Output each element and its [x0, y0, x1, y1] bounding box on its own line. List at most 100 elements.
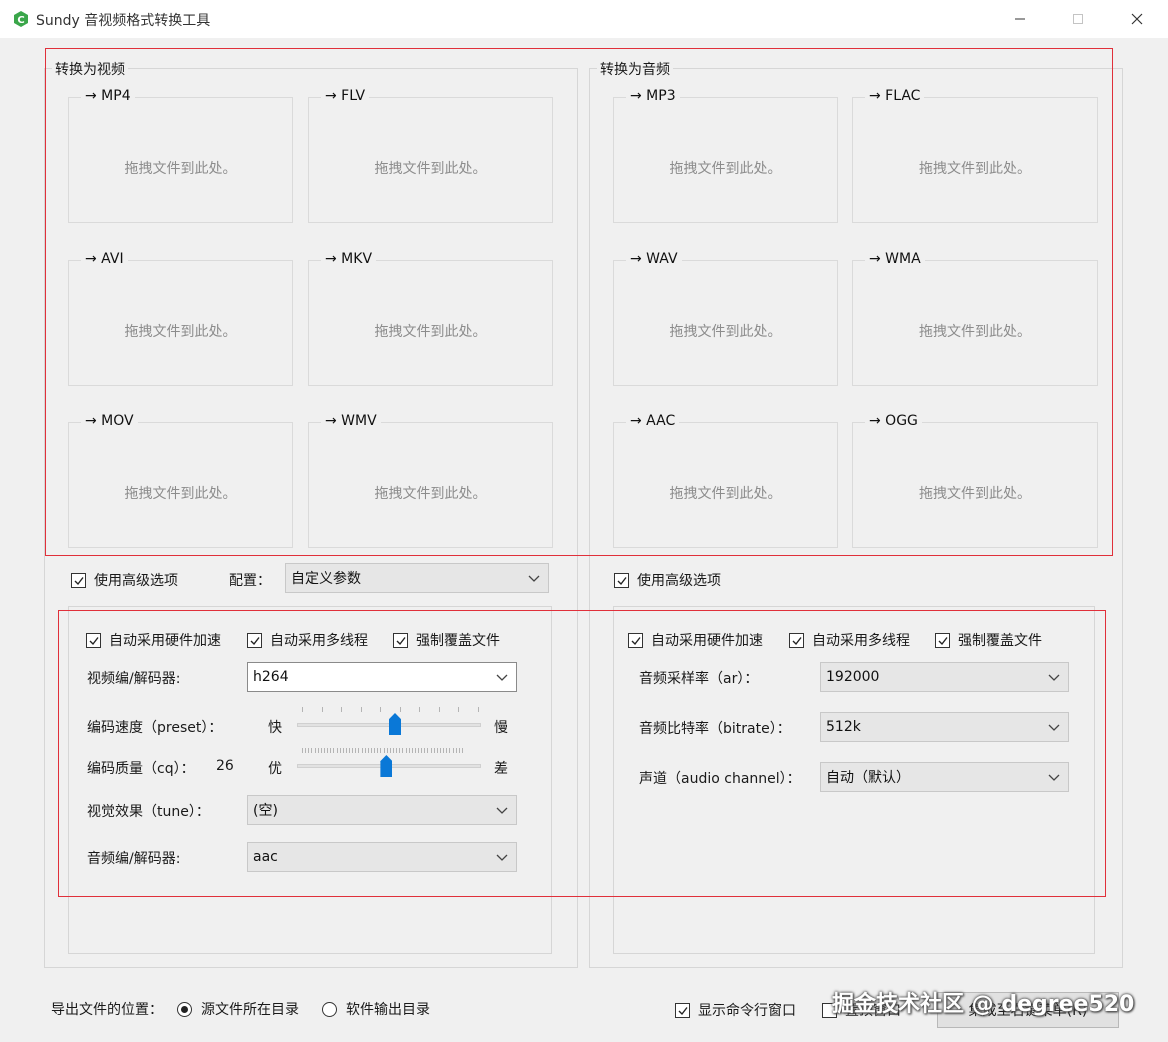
sample-rate-select[interactable]: 192000: [820, 662, 1069, 692]
video-codec-value: h264: [253, 669, 289, 685]
chevron-down-icon: [1048, 674, 1060, 681]
cq-value: 26: [216, 758, 234, 774]
drop-target-ogg[interactable]: → OGG 拖拽文件到此处。: [852, 413, 1098, 548]
drop-target-wma[interactable]: → WMA 拖拽文件到此处。: [852, 251, 1098, 386]
checkbox-label: 使用高级选项: [94, 573, 178, 589]
audio-group-title: 转换为音频: [597, 59, 673, 79]
drop-target-avi[interactable]: → AVI 拖拽文件到此处。: [68, 251, 293, 386]
video-advanced-checkbox[interactable]: 使用高级选项: [71, 570, 178, 590]
show-cmd-checkbox[interactable]: 显示命令行窗口: [675, 1000, 796, 1020]
checkbox-box: [247, 632, 262, 648]
bitrate-label: 音频比特率（bitrate）：: [639, 721, 791, 737]
slider-tick: [419, 707, 421, 712]
slider-tick: [411, 748, 413, 753]
drop-target-label: → MP4: [81, 88, 135, 104]
slider-tick: [421, 748, 423, 753]
audio-hw-accel-checkbox[interactable]: 自动采用硬件加速: [628, 630, 763, 650]
slider-tick: [333, 748, 335, 753]
checkmark-icon: [792, 636, 802, 645]
cq-label: 编码质量（cq）：: [87, 761, 195, 777]
checkbox-label: 使用高级选项: [637, 573, 721, 589]
slider-tick: [302, 707, 303, 712]
slider-tick: [349, 748, 351, 753]
slider-tick: [341, 707, 343, 712]
drop-hint: 拖拽文件到此处。: [124, 161, 237, 177]
config-select[interactable]: 自定义参数: [285, 563, 549, 593]
config-label: 配置：: [229, 573, 271, 589]
drop-hint: 拖拽文件到此处。: [374, 161, 487, 177]
drop-target-label: → WAV: [626, 251, 682, 267]
slider-tick: [361, 748, 363, 753]
minimize-button[interactable]: [1000, 6, 1040, 32]
slider-tick: [358, 748, 360, 753]
minimize-icon: [1015, 18, 1025, 20]
video-audio-codec-select[interactable]: aac: [247, 842, 517, 872]
preset-fast-label: 快: [268, 720, 282, 736]
drop-target-mp3[interactable]: → MP3 拖拽文件到此处。: [613, 88, 838, 223]
audio-overwrite-checkbox[interactable]: 强制覆盖文件: [935, 630, 1042, 650]
audio-advanced-checkbox[interactable]: 使用高级选项: [614, 570, 721, 590]
tune-label: 视觉效果（tune）：: [87, 804, 210, 820]
radio-label: 源文件所在目录: [201, 1002, 299, 1018]
slider-tick: [418, 748, 420, 753]
drop-target-mkv[interactable]: → MKV 拖拽文件到此处。: [308, 251, 553, 386]
slider-tick: [405, 748, 407, 753]
channel-select[interactable]: 自动（默认）: [820, 762, 1069, 792]
maximize-button[interactable]: [1058, 6, 1098, 32]
checkbox-box: [628, 632, 643, 648]
video-codec-select[interactable]: h264: [247, 662, 517, 692]
slider-tick: [323, 748, 325, 753]
checkmark-icon: [89, 636, 99, 645]
slider-tick: [458, 748, 460, 753]
drop-hint: 拖拽文件到此处。: [919, 161, 1031, 177]
radio-dot: [177, 1001, 192, 1017]
radio-output-dir[interactable]: 软件输出目录: [322, 999, 430, 1019]
checkbox-box: [675, 1002, 690, 1018]
slider-tick: [342, 748, 344, 753]
svg-text:C: C: [17, 15, 24, 26]
checkbox-box: [86, 632, 101, 648]
checkbox-box: [614, 572, 629, 588]
slider-tick: [462, 748, 463, 753]
drop-hint: 拖拽文件到此处。: [919, 324, 1031, 340]
video-hw-accel-checkbox[interactable]: 自动采用硬件加速: [86, 630, 221, 650]
checkbox-label: 强制覆盖文件: [416, 633, 500, 649]
slider-tick: [336, 748, 338, 753]
checkmark-icon: [74, 576, 84, 585]
video-audio-codec-label: 音频编/解码器:: [87, 851, 181, 867]
drop-target-wav[interactable]: → WAV 拖拽文件到此处。: [613, 251, 838, 386]
checkmark-icon: [617, 576, 627, 585]
drop-target-flv[interactable]: → FLV 拖拽文件到此处。: [308, 88, 553, 223]
video-group-title: 转换为视频: [52, 59, 128, 79]
drop-target-label: → WMV: [321, 413, 381, 429]
video-audio-codec-value: aac: [253, 849, 278, 865]
drop-target-wmv[interactable]: → WMV 拖拽文件到此处。: [308, 413, 553, 548]
tune-select[interactable]: (空): [247, 795, 517, 825]
slider-tick: [383, 748, 385, 753]
drop-target-flac[interactable]: → FLAC 拖拽文件到此处。: [852, 88, 1098, 223]
drop-target-mov[interactable]: → MOV 拖拽文件到此处。: [68, 413, 293, 548]
bitrate-select[interactable]: 512k: [820, 712, 1069, 742]
drop-hint: 拖拽文件到此处。: [374, 486, 487, 502]
slider-tick: [389, 748, 391, 753]
drop-target-mp4[interactable]: → MP4 拖拽文件到此处。: [68, 88, 293, 223]
chevron-down-icon: [528, 575, 540, 582]
checkmark-icon: [250, 636, 260, 645]
preset-slider-ticks: [302, 707, 479, 712]
drop-target-aac[interactable]: → AAC 拖拽文件到此处。: [613, 413, 838, 548]
video-multithread-checkbox[interactable]: 自动采用多线程: [247, 630, 368, 650]
slider-tick: [414, 748, 416, 753]
slider-tick: [396, 748, 398, 753]
radio-source-dir[interactable]: 源文件所在目录: [177, 999, 299, 1019]
radio-dot: [322, 1001, 337, 1017]
radio-label: 软件输出目录: [346, 1002, 430, 1018]
slider-tick: [345, 748, 347, 753]
close-button[interactable]: [1117, 6, 1157, 32]
audio-multithread-checkbox[interactable]: 自动采用多线程: [789, 630, 910, 650]
config-select-value: 自定义参数: [291, 571, 361, 587]
drop-target-label: → WMA: [865, 251, 925, 267]
video-overwrite-checkbox[interactable]: 强制覆盖文件: [393, 630, 500, 650]
drop-target-label: → AAC: [626, 413, 680, 429]
cq-good-label: 优: [268, 761, 282, 777]
slider-tick: [399, 707, 401, 712]
